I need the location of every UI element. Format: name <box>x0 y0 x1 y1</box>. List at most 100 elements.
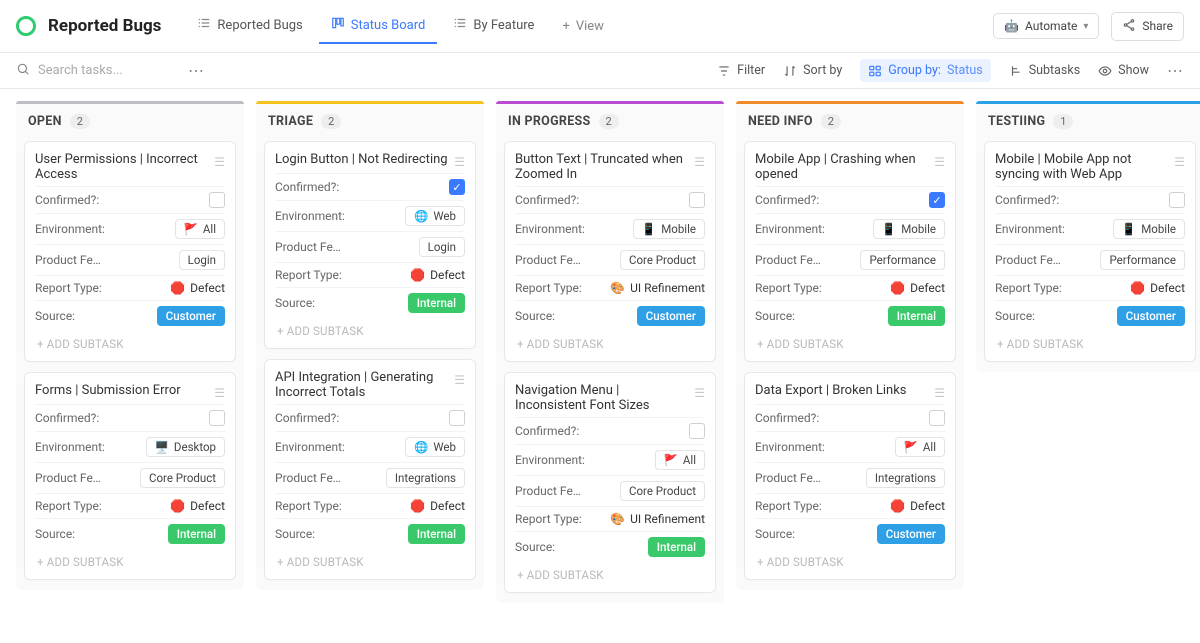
task-card[interactable]: API Integration | Generating Incorrect T… <box>264 359 476 580</box>
group-by-button[interactable]: Group by: Status <box>860 59 990 82</box>
add-subtask-button[interactable]: + ADD SUBTASK <box>515 562 705 586</box>
add-subtask-button[interactable]: + ADD SUBTASK <box>35 331 225 355</box>
task-card[interactable]: Button Text | Truncated when Zoomed In☰C… <box>504 141 716 362</box>
kanban-board: OPEN2User Permissions | Incorrect Access… <box>0 89 1200 629</box>
toolbar: ⋯ Filter Sort by Group by: Status Subtas… <box>0 53 1200 89</box>
add-subtask-button[interactable]: + ADD SUBTASK <box>275 549 465 573</box>
env-label: Web <box>433 440 456 454</box>
product-feature-chip[interactable]: Integrations <box>866 468 945 488</box>
page-title: Reported Bugs <box>48 16 161 36</box>
field-label: Environment: <box>755 440 825 454</box>
column-count: 1 <box>1053 114 1073 129</box>
add-subtask-button[interactable]: + ADD SUBTASK <box>275 318 465 342</box>
description-icon: ☰ <box>934 155 945 169</box>
search-input[interactable] <box>38 63 178 78</box>
environment-chip[interactable]: 🚩All <box>175 219 225 239</box>
column-count: 2 <box>599 114 619 129</box>
show-button[interactable]: Show <box>1098 63 1149 78</box>
view-tab-status-board[interactable]: Status Board <box>319 8 438 44</box>
source-badge[interactable]: Internal <box>888 306 945 326</box>
source-badge[interactable]: Internal <box>408 524 465 544</box>
confirmed-checkbox[interactable] <box>689 423 705 439</box>
env-label: Desktop <box>174 440 216 454</box>
report-type-label: Defect <box>910 499 945 513</box>
source-badge[interactable]: Customer <box>157 306 225 326</box>
search-more-icon[interactable]: ⋯ <box>188 61 213 80</box>
confirmed-checkbox[interactable] <box>929 410 945 426</box>
column-count: 2 <box>821 114 841 129</box>
source-badge[interactable]: Internal <box>408 293 465 313</box>
view-tab-by-feature[interactable]: By Feature <box>441 8 546 44</box>
confirmed-checkbox[interactable] <box>209 410 225 426</box>
add-subtask-button[interactable]: + ADD SUBTASK <box>35 549 225 573</box>
robot-icon: 🤖 <box>1004 19 1019 33</box>
add-subtask-button[interactable]: + ADD SUBTASK <box>995 331 1185 355</box>
field-label: Environment: <box>515 222 585 236</box>
add-view-button[interactable]: +View <box>550 8 616 44</box>
product-feature-chip[interactable]: Performance <box>1100 250 1185 270</box>
report-type-label: Defect <box>190 499 225 513</box>
subtasks-button[interactable]: Subtasks <box>1009 63 1080 78</box>
environment-chip[interactable]: 🌐Web <box>405 206 465 226</box>
add-view-label: View <box>576 19 604 34</box>
product-feature-chip[interactable]: Login <box>179 250 225 270</box>
confirmed-checkbox[interactable]: ✓ <box>449 179 465 195</box>
environment-chip[interactable]: 🖥️Desktop <box>146 437 225 457</box>
confirmed-checkbox[interactable] <box>1169 192 1185 208</box>
add-subtask-button[interactable]: + ADD SUBTASK <box>755 331 945 355</box>
task-card[interactable]: User Permissions | Incorrect Access☰Conf… <box>24 141 236 362</box>
add-subtask-button[interactable]: + ADD SUBTASK <box>515 331 705 355</box>
column-count: 2 <box>321 114 341 129</box>
product-feature-chip[interactable]: Login <box>419 237 465 257</box>
source-badge[interactable]: Customer <box>877 524 945 544</box>
confirmed-checkbox[interactable] <box>449 410 465 426</box>
search-box[interactable] <box>16 62 178 80</box>
environment-chip[interactable]: 📱Mobile <box>873 219 945 239</box>
task-card[interactable]: Login Button | Not Redirecting☰Confirmed… <box>264 141 476 349</box>
environment-chip[interactable]: 🌐Web <box>405 437 465 457</box>
environment-chip[interactable]: 📱Mobile <box>633 219 705 239</box>
source-badge[interactable]: Customer <box>1117 306 1185 326</box>
report-type-emoji-icon: 🛑 <box>170 499 185 513</box>
product-feature-chip[interactable]: Performance <box>860 250 945 270</box>
description-icon: ☰ <box>694 386 705 400</box>
view-tab-label: Status Board <box>351 18 426 33</box>
view-tab-reported-bugs[interactable]: Reported Bugs <box>185 8 314 44</box>
task-card[interactable]: Forms | Submission Error☰Confirmed?:Envi… <box>24 372 236 580</box>
toolbar-more-icon[interactable]: ⋯ <box>1167 61 1184 80</box>
environment-chip[interactable]: 🚩All <box>655 450 705 470</box>
description-icon: ☰ <box>214 386 225 400</box>
field-label: Product Fe… <box>515 253 581 267</box>
confirmed-checkbox[interactable]: ✓ <box>929 192 945 208</box>
environment-chip[interactable]: 📱Mobile <box>1113 219 1185 239</box>
product-feature-chip[interactable]: Core Product <box>140 468 225 488</box>
task-card[interactable]: Mobile | Mobile App not syncing with Web… <box>984 141 1196 362</box>
environment-chip[interactable]: 🚩All <box>895 437 945 457</box>
automate-button[interactable]: 🤖 Automate ▾ <box>993 13 1099 39</box>
confirmed-checkbox[interactable] <box>689 192 705 208</box>
field-label: Report Type: <box>35 499 102 513</box>
task-card[interactable]: Data Export | Broken Links☰Confirmed?:En… <box>744 372 956 580</box>
source-badge[interactable]: Internal <box>168 524 225 544</box>
filter-button[interactable]: Filter <box>717 63 765 78</box>
add-subtask-button[interactable]: + ADD SUBTASK <box>755 549 945 573</box>
field-label: Environment: <box>35 222 105 236</box>
share-button[interactable]: Share <box>1111 12 1184 41</box>
card-title: Button Text | Truncated when Zoomed In <box>515 152 688 182</box>
confirmed-checkbox[interactable] <box>209 192 225 208</box>
column-in-progress: IN PROGRESS2Button Text | Truncated when… <box>496 101 724 603</box>
field-label: Report Type: <box>35 281 102 295</box>
sort-button[interactable]: Sort by <box>783 63 842 78</box>
source-badge[interactable]: Customer <box>637 306 705 326</box>
product-feature-chip[interactable]: Core Product <box>620 250 705 270</box>
source-badge[interactable]: Internal <box>648 537 705 557</box>
product-feature-chip[interactable]: Core Product <box>620 481 705 501</box>
task-card[interactable]: Mobile App | Crashing when opened☰Confir… <box>744 141 956 362</box>
field-label: Confirmed?: <box>275 180 339 194</box>
product-feature-chip[interactable]: Integrations <box>386 468 465 488</box>
task-card[interactable]: Navigation Menu | Inconsistent Font Size… <box>504 372 716 593</box>
report-type-label: Defect <box>430 499 465 513</box>
field-label: Confirmed?: <box>275 411 339 425</box>
env-emoji-icon: 📱 <box>882 222 896 236</box>
topbar: Reported Bugs Reported Bugs Status Board B… <box>0 0 1200 53</box>
